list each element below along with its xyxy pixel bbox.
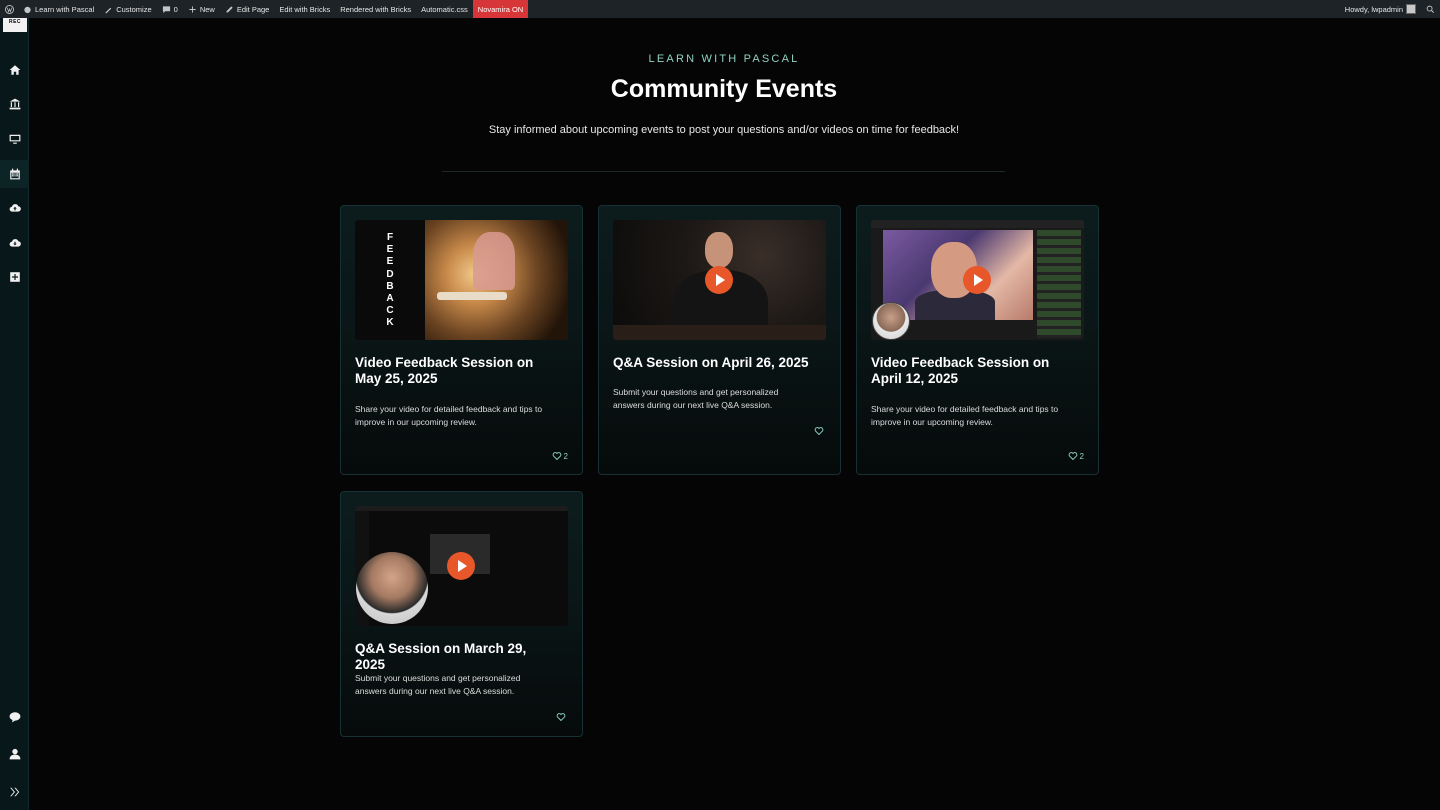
admin-site-link[interactable]: Learn with Pascal xyxy=(18,0,99,18)
dashboard-icon xyxy=(24,6,31,13)
heart-icon xyxy=(556,713,566,722)
pencil-icon xyxy=(226,5,233,13)
heart-icon xyxy=(552,452,561,461)
admin-automatic-label: Automatic.css xyxy=(421,4,468,14)
sidebar-item-chat[interactable] xyxy=(8,710,21,723)
cloud-download-icon xyxy=(9,238,21,247)
admin-avatar xyxy=(1406,4,1416,14)
event-description: Share your video for detailed feedback a… xyxy=(871,404,1059,427)
sidebar-item-events[interactable] xyxy=(8,167,21,180)
event-card[interactable]: Q&A Session on April 26, 2025 Submit you… xyxy=(598,205,841,475)
event-card[interactable]: FEEDBACK Video Feedback Session on May 2… xyxy=(340,205,583,475)
admin-comments-link[interactable]: 0 xyxy=(157,0,183,18)
bank-icon xyxy=(9,98,20,109)
plus-icon xyxy=(189,5,196,13)
event-card[interactable]: Video Feedback Session on April 12, 2025… xyxy=(856,205,1099,475)
event-thumbnail[interactable]: FEEDBACK xyxy=(355,220,568,340)
host-avatar xyxy=(872,302,910,340)
sidebar-item-download[interactable] xyxy=(8,236,21,249)
app-logo[interactable]: REC xyxy=(3,18,27,32)
event-description: Share your video for detailed feedback a… xyxy=(355,404,543,427)
event-description: Submit your questions and get personaliz… xyxy=(613,387,779,410)
cloud-upload-icon xyxy=(9,203,21,212)
sidebar-item-add[interactable] xyxy=(8,270,21,283)
admin-edit-bricks-label: Edit with Bricks xyxy=(279,4,331,14)
search-icon xyxy=(1426,5,1435,13)
page-eyebrow: LEARN WITH PASCAL xyxy=(648,53,800,65)
monitor-icon xyxy=(9,134,20,144)
event-thumbnail[interactable] xyxy=(871,220,1084,340)
event-thumbnail[interactable] xyxy=(355,506,568,626)
sidebar-item-profile[interactable] xyxy=(8,747,21,760)
admin-site-label: Learn with Pascal xyxy=(35,4,95,14)
admin-howdy-label: Howdy, lwpadmin xyxy=(1344,4,1403,14)
event-title[interactable]: Video Feedback Session on April 12, 2025 xyxy=(871,355,1071,387)
like-count: 2 xyxy=(1079,451,1084,461)
like-button[interactable] xyxy=(556,712,568,722)
chat-icon xyxy=(9,711,20,722)
app-sidebar: REC xyxy=(0,18,29,810)
expand-icon xyxy=(9,787,19,796)
like-button[interactable]: 2 xyxy=(1068,451,1084,461)
admin-edit-page-label: Edit Page xyxy=(236,4,270,14)
play-button[interactable] xyxy=(447,552,475,580)
admin-comments-count: 0 xyxy=(173,4,178,14)
sidebar-expand-button[interactable] xyxy=(8,785,21,798)
admin-new-link[interactable]: New xyxy=(183,0,220,18)
admin-customize-link[interactable]: Customize xyxy=(99,0,156,18)
page-subtitle: Stay informed about upcoming events to p… xyxy=(488,124,960,136)
host-avatar xyxy=(356,552,428,624)
calendar-icon xyxy=(9,168,20,179)
admin-novamira-label: Novamira ON xyxy=(477,4,524,14)
event-title[interactable]: Q&A Session on April 26, 2025 xyxy=(613,355,813,371)
page-title: Community Events xyxy=(610,75,838,103)
play-button[interactable] xyxy=(705,266,733,294)
admin-rendered-label: Rendered with Bricks xyxy=(340,4,412,14)
admin-bar: Learn with Pascal Customize 0 New Edit P… xyxy=(0,0,1440,18)
event-thumbnail[interactable] xyxy=(613,220,826,340)
admin-edit-page-link[interactable]: Edit Page xyxy=(220,0,275,18)
sidebar-item-videos[interactable] xyxy=(8,132,21,145)
wordpress-logo-icon[interactable] xyxy=(0,0,18,18)
admin-novamira-toggle[interactable]: Novamira ON xyxy=(472,0,529,18)
like-button[interactable]: 2 xyxy=(552,451,568,461)
admin-rendered-bricks[interactable]: Rendered with Bricks xyxy=(335,0,416,18)
user-icon xyxy=(9,748,20,759)
event-description: Submit your questions and get personaliz… xyxy=(355,673,521,696)
admin-account-menu[interactable]: Howdy, lwpadmin xyxy=(1340,0,1421,18)
plus-square-icon xyxy=(9,271,20,282)
sidebar-item-upload[interactable] xyxy=(8,201,21,214)
admin-new-label: New xyxy=(199,4,215,14)
event-card[interactable]: Q&A Session on March 29, 2025 Submit you… xyxy=(340,491,583,737)
admin-edit-bricks-link[interactable]: Edit with Bricks xyxy=(274,0,335,18)
main-content: LEARN WITH PASCAL Community Events Stay … xyxy=(29,18,1440,810)
admin-customize-label: Customize xyxy=(116,4,152,14)
admin-automatic-css-link[interactable]: Automatic.css xyxy=(416,0,473,18)
event-title[interactable]: Video Feedback Session on May 25, 2025 xyxy=(355,355,555,387)
header-divider xyxy=(442,171,1005,172)
brush-icon xyxy=(105,7,112,14)
like-button[interactable] xyxy=(814,426,826,436)
event-title[interactable]: Q&A Session on March 29, 2025 xyxy=(355,641,555,673)
comment-icon xyxy=(162,5,170,13)
sidebar-item-home[interactable] xyxy=(8,63,21,76)
like-count: 2 xyxy=(563,451,568,461)
play-button[interactable] xyxy=(963,266,991,294)
heart-icon xyxy=(1068,452,1077,461)
home-icon xyxy=(9,64,20,75)
app-logo-text: REC xyxy=(8,19,22,25)
admin-search-button[interactable] xyxy=(1421,0,1440,18)
thumbnail-feedback-text: FEEDBACK xyxy=(386,232,394,329)
sidebar-item-courses[interactable] xyxy=(8,97,21,110)
heart-icon xyxy=(814,427,824,436)
